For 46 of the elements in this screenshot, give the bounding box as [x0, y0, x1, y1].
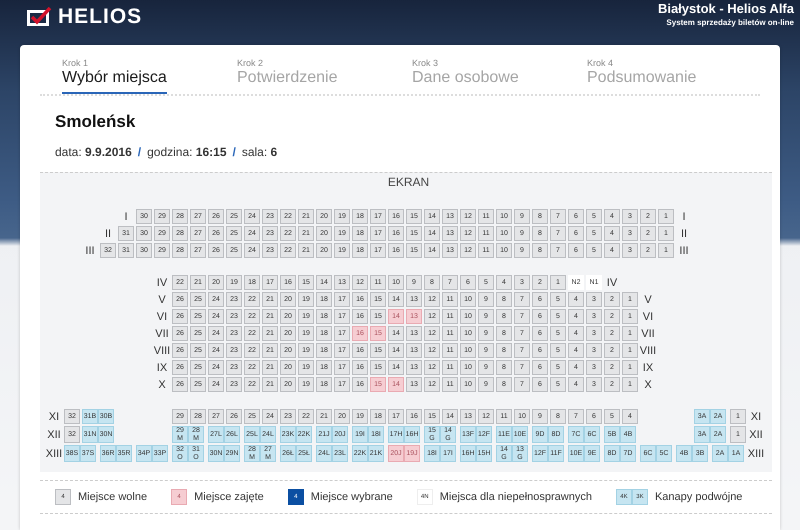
separator: / [138, 145, 142, 159]
legend-label: Kanapy podwójne [654, 491, 742, 503]
row-label: VI [642, 310, 654, 324]
row-label: I [681, 210, 687, 224]
row-label: IV [606, 276, 618, 290]
legend-label: Miejsce wybrane [310, 491, 393, 503]
row-label: VIII [153, 344, 171, 358]
row-label: VII [640, 326, 656, 341]
row-label: II [680, 226, 688, 241]
row-label: XI [750, 410, 762, 424]
screen-label: EKRAN [388, 175, 430, 189]
checkmark-logo-icon [27, 7, 52, 27]
row-label: X [157, 378, 167, 392]
row-label: VII [154, 326, 170, 341]
row-label: IX [642, 360, 654, 375]
site-subtitle: System sprzedaży biletów on-line [666, 18, 794, 27]
step-tab[interactable]: Krok 1 Wybór miejsca [62, 45, 167, 94]
row-label: IV [156, 276, 168, 290]
row-label: XII [748, 428, 764, 442]
legend-label: Miejsca dla niepełnosprawnych [440, 491, 592, 503]
row-label: I [123, 210, 129, 224]
movie-title: Smoleńsk [55, 112, 136, 132]
separator: / [232, 145, 236, 159]
row-label: II [104, 226, 112, 241]
legend-label: Miejsce wolne [78, 491, 148, 503]
row-label: XII [46, 428, 62, 442]
row-label: III [84, 244, 96, 258]
row-label: X [643, 378, 653, 392]
show-info: sala: 6 [242, 145, 278, 159]
row-label: VIII [639, 344, 657, 358]
step-tab[interactable]: Krok 4 Podsumowanie [587, 45, 696, 94]
legend-label: Miejsce zajęte [194, 491, 264, 503]
row-label: VI [156, 310, 168, 324]
show-info: godzina: 16:15 [147, 145, 226, 159]
cinema-name: Białystok - Helios Alfa [658, 1, 794, 16]
row-label: XIII [45, 446, 63, 462]
row-label: XIII [747, 446, 765, 462]
step-tab[interactable]: Krok 2 Potwierdzenie [237, 45, 338, 94]
row-label: IX [156, 360, 168, 375]
show-info: data: 9.9.2016 [55, 145, 132, 159]
row-label: V [643, 292, 653, 307]
row-label: V [157, 292, 167, 307]
row-label: III [678, 244, 690, 258]
step-tab[interactable]: Krok 3 Dane osobowe [412, 45, 519, 94]
row-label: XI [48, 410, 60, 424]
logo-text: HELIOS [58, 5, 142, 29]
